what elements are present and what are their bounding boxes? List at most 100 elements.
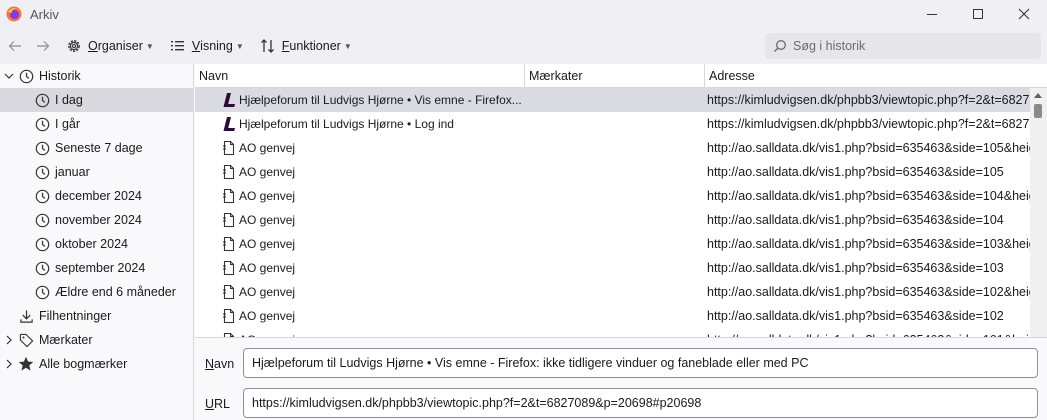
scrollbar-thumb[interactable] <box>1034 104 1042 118</box>
sidebar-item-history-2[interactable]: Seneste 7 dage <box>0 136 194 160</box>
back-button[interactable] <box>2 33 28 59</box>
sidebar-item-label: september 2024 <box>55 261 146 275</box>
row-name: Hjælpeforum til Ludvigs Hjørne • Vis emn… <box>239 93 522 107</box>
sidebar-item-label: I dag <box>55 93 83 107</box>
row-address: http://ao.salldata.dk/vis1.php?bsid=6354… <box>707 213 1004 227</box>
name-field-label: Navn <box>205 357 235 371</box>
history-search-input[interactable]: Søg i historik <box>765 33 1041 59</box>
row-address: https://kimludvigsen.dk/phpbb3/viewtopic… <box>707 117 1030 131</box>
view-label: isning <box>200 39 233 53</box>
functions-menu-button[interactable]: Funktioner ▼ <box>256 33 356 59</box>
sidebar-item-history-8[interactable]: Ældre end 6 måneder <box>0 280 194 304</box>
page-icon <box>222 188 236 204</box>
sidebar-item-downloads[interactable]: Filhentninger <box>0 304 194 328</box>
detail-pane: Navn Hjælpeforum til Ludvigs Hjørne • Vi… <box>195 337 1047 420</box>
table-row[interactable]: AO genvej http://ao.salldata.dk/vis1.php?… <box>195 184 1030 208</box>
sidebar-item-history-4[interactable]: december 2024 <box>0 184 194 208</box>
row-address: http://ao.salldata.dk/vis1.php?bsid=6354… <box>707 141 1030 155</box>
minimize-button[interactable] <box>909 0 955 28</box>
organize-menu-button[interactable]: Organiser ▼ <box>62 33 158 59</box>
page-icon <box>222 308 236 324</box>
sidebar-item-label: oktober 2024 <box>55 237 128 251</box>
clock-icon <box>34 284 50 300</box>
clock-icon <box>18 68 34 84</box>
chevron-right-icon[interactable] <box>3 334 15 346</box>
scroll-up-icon[interactable] <box>1034 93 1042 98</box>
row-address: http://ao.salldata.dk/vis1.php?bsid=6354… <box>707 285 1030 299</box>
table-row[interactable]: AO genvej http://ao.salldata.dk/vis1.php?… <box>195 136 1030 160</box>
tag-icon <box>18 332 34 348</box>
url-field[interactable]: https://kimludvigsen.dk/phpbb3/viewtopic… <box>243 388 1038 418</box>
row-address: http://ao.salldata.dk/vis1.php?bsid=6354… <box>707 189 1030 203</box>
chevron-down-icon: ▼ <box>343 41 352 51</box>
sidebar-item-label: I går <box>55 117 81 131</box>
sidebar-item-history-6[interactable]: oktober 2024 <box>0 232 194 256</box>
row-address: http://ao.salldata.dk/vis1.php?bsid=6354… <box>707 309 1004 323</box>
row-name: AO genvej <box>239 285 296 299</box>
row-address: http://ao.salldata.dk/vis1.php?bsid=6354… <box>707 261 1004 275</box>
search-placeholder: Søg i historik <box>793 39 866 53</box>
organize-accesskey: O <box>88 39 98 53</box>
chevron-right-icon[interactable] <box>3 358 15 370</box>
sidebar-item-bookmarks[interactable]: Alle bogmærker <box>0 352 194 376</box>
clock-icon <box>34 236 50 252</box>
page-icon <box>222 260 236 276</box>
table-row[interactable]: AO genvej http://ao.salldata.dk/vis1.php?… <box>195 208 1030 232</box>
row-name: AO genvej <box>239 309 296 323</box>
column-header-tags[interactable]: Mærkater <box>525 64 705 88</box>
chevron-down-icon: ▼ <box>235 41 244 51</box>
table-row[interactable]: AO genvej http://ao.salldata.dk/vis1.php?… <box>195 304 1030 328</box>
table-header: Navn Mærkater Adresse <box>195 64 1047 88</box>
row-address: http://ao.salldata.dk/vis1.php?bsid=6354… <box>707 165 1004 179</box>
table-row[interactable]: AO genvej http://ao.salldata.dk/vis1.php?… <box>195 232 1030 256</box>
maximize-button[interactable] <box>955 0 1001 28</box>
clock-icon <box>34 260 50 276</box>
minimize-icon <box>927 14 937 15</box>
sidebar-item-label: Seneste 7 dage <box>55 141 143 155</box>
sidebar-item-label: november 2024 <box>55 213 142 227</box>
ludvig-logo-icon <box>222 92 236 108</box>
table-row[interactable]: AO genvej http://ao.salldata.dk/vis1.php?… <box>195 160 1030 184</box>
row-name: AO genvej <box>239 237 296 251</box>
row-name: AO genvej <box>239 141 296 155</box>
view-menu-button[interactable]: Visning ▼ <box>166 33 248 59</box>
row-name: Hjælpeforum til Ludvigs Hjørne • Log ind <box>239 117 454 131</box>
table-row[interactable]: AO genvej http://ao.salldata.dk/vis1.php?… <box>195 328 1030 337</box>
sidebar-item-history[interactable]: Historik <box>0 64 194 88</box>
sidebar-tree: Historik I dag I går Seneste 7 dage janu… <box>0 64 194 420</box>
table-row[interactable]: Hjælpeforum til Ludvigs Hjørne • Log ind… <box>195 112 1030 136</box>
firefox-icon <box>6 6 22 22</box>
sidebar-item-history-0[interactable]: I dag <box>0 88 194 112</box>
table-row[interactable]: Hjælpeforum til Ludvigs Hjørne • Vis emn… <box>195 88 1030 112</box>
sidebar-item-label: Historik <box>39 69 81 83</box>
chevron-down-icon[interactable] <box>3 70 15 82</box>
sidebar-item-history-7[interactable]: september 2024 <box>0 256 194 280</box>
download-icon <box>18 308 34 324</box>
row-address: http://ao.salldata.dk/vis1.php?bsid=6354… <box>707 328 1030 337</box>
column-header-name[interactable]: Navn <box>195 64 525 88</box>
table-row[interactable]: AO genvej http://ao.salldata.dk/vis1.php?… <box>195 280 1030 304</box>
page-icon <box>222 164 236 180</box>
clock-icon <box>34 164 50 180</box>
sidebar-item-history-1[interactable]: I går <box>0 112 194 136</box>
clock-icon <box>34 188 50 204</box>
chevron-down-icon: ▼ <box>145 41 154 51</box>
clock-icon <box>34 140 50 156</box>
sidebar-item-history-3[interactable]: januar <box>0 160 194 184</box>
close-button[interactable] <box>1001 0 1047 28</box>
name-field[interactable]: Hjælpeforum til Ludvigs Hjørne • Vis emn… <box>243 348 1038 378</box>
title-bar: Arkiv <box>0 0 1047 28</box>
sidebar-item-label: Alle bogmærker <box>39 357 128 371</box>
sidebar-item-label: januar <box>55 165 90 179</box>
star-icon <box>18 356 34 372</box>
sidebar-item-label: Filhentninger <box>39 309 112 323</box>
vertical-scrollbar[interactable] <box>1030 88 1047 337</box>
table-row[interactable]: AO genvej http://ao.salldata.dk/vis1.php?… <box>195 256 1030 280</box>
organize-label: rganiser <box>97 39 143 53</box>
search-icon <box>774 40 786 52</box>
sidebar-item-tags[interactable]: Mærkater <box>0 328 194 352</box>
history-table: Navn Mærkater Adresse Hjælpeforum til Lu… <box>195 64 1047 337</box>
sidebar-item-history-5[interactable]: november 2024 <box>0 208 194 232</box>
forward-button[interactable] <box>30 33 56 59</box>
column-header-address[interactable]: Adresse <box>705 64 1030 88</box>
